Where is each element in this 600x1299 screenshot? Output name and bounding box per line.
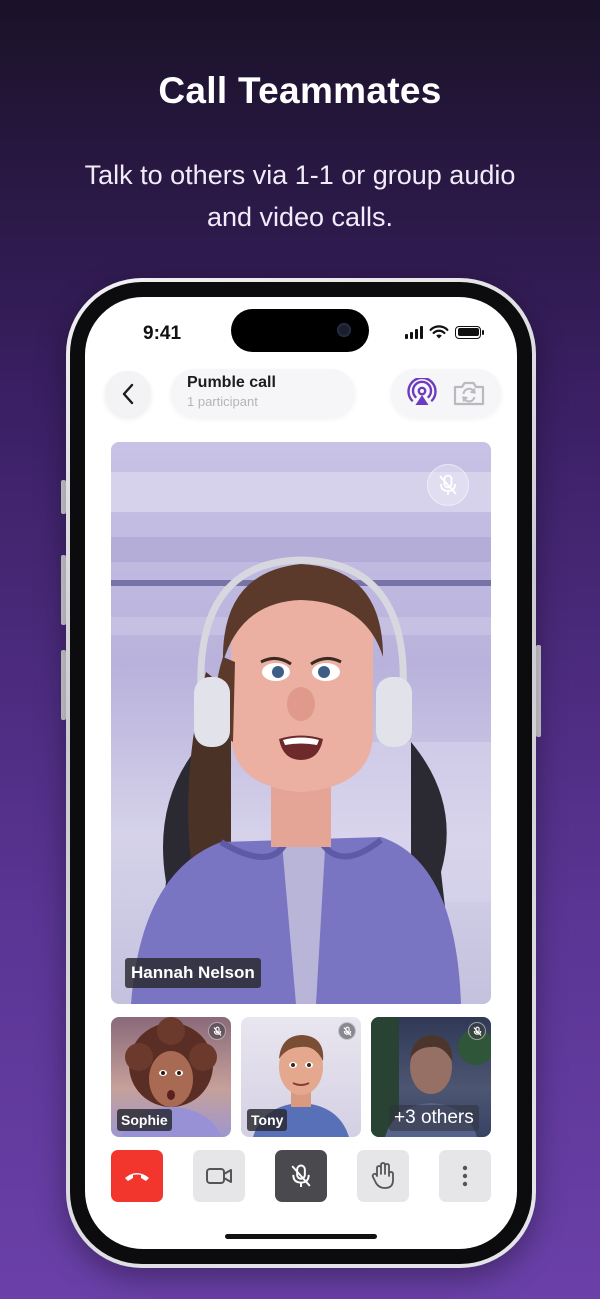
phone-frame: 9:41 Pumble call 1 participant Hannah Ne…: [66, 278, 536, 1268]
mic-off-icon: [472, 1026, 482, 1036]
call-screen: 9:41 Pumble call 1 participant Hannah Ne…: [85, 297, 517, 1249]
others-count: +3 others: [389, 1105, 479, 1131]
more-icon: [462, 1165, 468, 1187]
signal-icon: [405, 325, 423, 339]
phone-bezel: 9:41 Pumble call 1 participant Hannah Ne…: [70, 282, 532, 1264]
back-button[interactable]: [105, 371, 151, 417]
thumbnail-others[interactable]: +3 others: [371, 1017, 491, 1137]
battery-icon: [455, 325, 484, 339]
main-mute-indicator: [427, 464, 469, 506]
airplay-audio-icon[interactable]: [406, 378, 437, 408]
hang-up-button[interactable]: [111, 1150, 163, 1202]
thumbnail-sophie[interactable]: Sophie: [111, 1017, 231, 1137]
main-participant-name: Hannah Nelson: [125, 958, 261, 988]
participant-count: 1 participant: [187, 394, 258, 409]
more-options-button[interactable]: [439, 1150, 491, 1202]
wifi-icon: [429, 325, 449, 339]
hang-up-icon: [125, 1173, 149, 1181]
thumbnail-name: Tony: [247, 1109, 288, 1131]
thumbnail-name: Sophie: [117, 1109, 172, 1131]
status-time: 9:41: [143, 323, 182, 344]
raise-hand-icon: [371, 1162, 394, 1189]
camera-toggle-button[interactable]: [193, 1150, 245, 1202]
main-video-tile[interactable]: Hannah Nelson: [111, 442, 491, 1004]
mic-off-icon: [212, 1026, 222, 1036]
tony-mute-indicator: [338, 1022, 356, 1040]
status-icons: [405, 325, 484, 339]
call-actions-pill: [391, 369, 501, 417]
camera-icon: [206, 1168, 232, 1184]
mic-toggle-button[interactable]: [275, 1150, 327, 1202]
participant-avatar-hannah: [111, 472, 491, 1004]
mic-off-icon: [342, 1026, 352, 1036]
dynamic-island: [231, 309, 369, 352]
mic-off-icon: [439, 474, 457, 495]
front-camera-icon: [337, 323, 351, 337]
switch-camera-icon[interactable]: [452, 379, 486, 407]
mic-off-icon: [291, 1164, 311, 1187]
home-indicator[interactable]: [225, 1234, 377, 1239]
promo-headline: Call Teammates: [158, 70, 442, 111]
thumbnail-tony[interactable]: Tony: [241, 1017, 361, 1137]
raise-hand-button[interactable]: [357, 1150, 409, 1202]
phone-power-button: [536, 645, 541, 737]
others-mute-indicator: [468, 1022, 486, 1040]
call-info-pill[interactable]: Pumble call 1 participant: [171, 369, 355, 417]
promo-subline: Talk to others via 1-1 or group audio an…: [84, 160, 516, 232]
back-chevron-icon: [122, 383, 134, 405]
call-title: Pumble call: [187, 374, 276, 391]
sophie-mute-indicator: [208, 1022, 226, 1040]
